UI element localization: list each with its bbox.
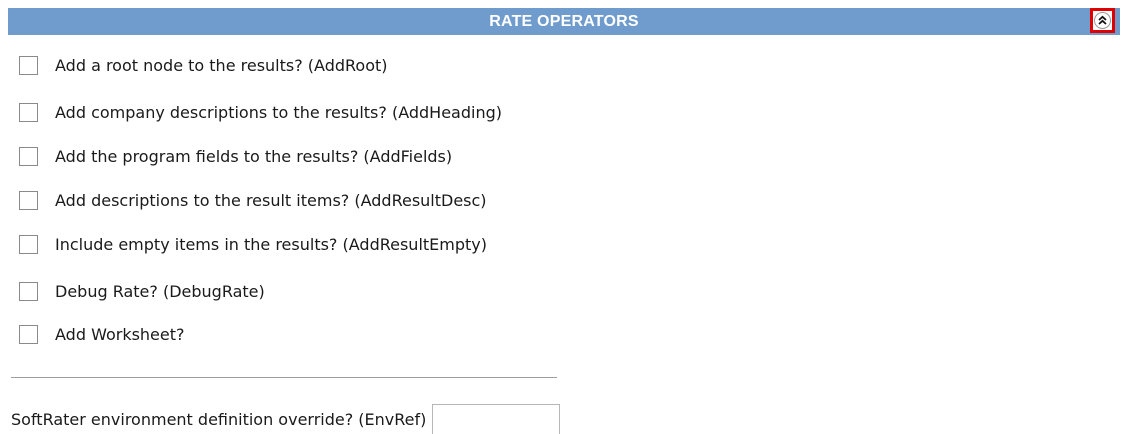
add-result-desc-label: Add descriptions to the result items? (A… [55, 190, 487, 210]
add-root-checkbox[interactable] [19, 55, 38, 75]
debug-rate-checkbox[interactable] [19, 281, 38, 301]
option-debug-rate[interactable]: Debug Rate? (DebugRate) [19, 279, 265, 303]
add-worksheet-label: Add Worksheet? [55, 324, 185, 344]
option-add-worksheet[interactable]: Add Worksheet? [19, 322, 185, 346]
add-root-label: Add a root node to the results? (AddRoot… [55, 55, 388, 75]
env-override-label: SoftRater environment definition overrid… [11, 409, 427, 429]
section-divider [11, 377, 557, 378]
add-heading-label: Add company descriptions to the results?… [55, 102, 502, 122]
add-result-empty-label: Include empty items in the results? (Add… [55, 234, 487, 254]
add-worksheet-checkbox[interactable] [19, 324, 38, 344]
add-fields-checkbox[interactable] [19, 146, 38, 166]
section-header: RATE OPERATORS [8, 8, 1120, 35]
option-add-result-empty[interactable]: Include empty items in the results? (Add… [19, 232, 487, 256]
add-fields-label: Add the program fields to the results? (… [55, 146, 453, 166]
double-chevron-up-icon [1094, 12, 1111, 29]
add-heading-checkbox[interactable] [19, 102, 38, 122]
option-add-root[interactable]: Add a root node to the results? (AddRoot… [19, 53, 388, 77]
collapse-section-button[interactable] [1090, 8, 1115, 33]
add-result-desc-checkbox[interactable] [19, 190, 38, 210]
section-title: RATE OPERATORS [489, 13, 639, 30]
option-add-result-desc[interactable]: Add descriptions to the result items? (A… [19, 188, 487, 212]
env-override-row: SoftRater environment definition overrid… [11, 404, 561, 434]
add-result-empty-checkbox[interactable] [19, 234, 38, 254]
option-add-heading[interactable]: Add company descriptions to the results?… [19, 100, 502, 124]
option-add-fields[interactable]: Add the program fields to the results? (… [19, 144, 452, 168]
debug-rate-label: Debug Rate? (DebugRate) [55, 281, 265, 301]
env-ref-input[interactable] [432, 404, 561, 434]
